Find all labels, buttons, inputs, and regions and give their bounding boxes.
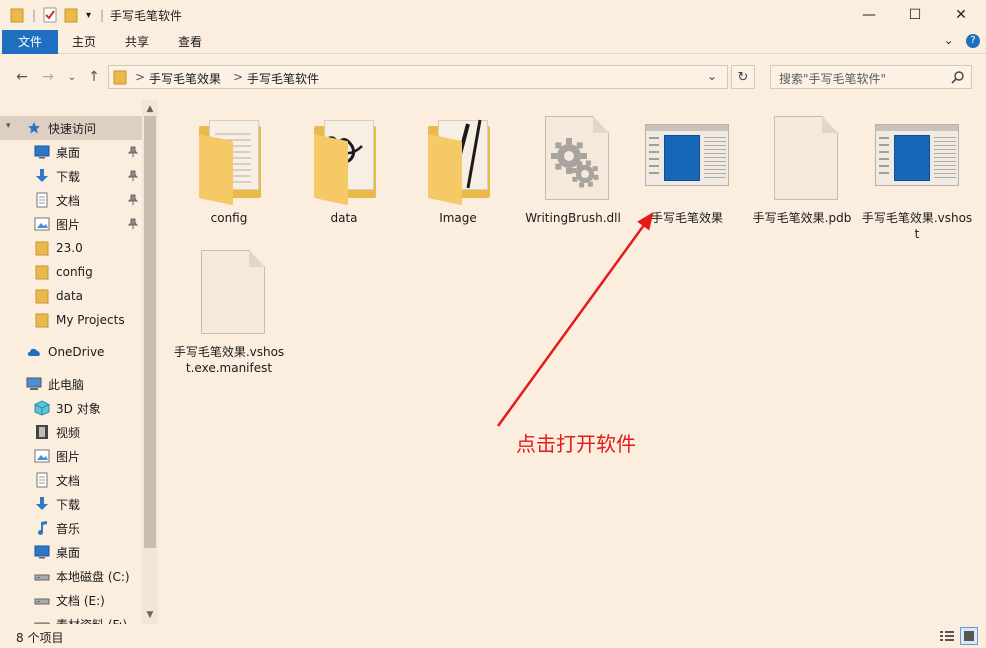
item-count: 8 个项目 [16,631,64,645]
annotation-arrow [496,211,654,427]
annotation-text: 点击打开软件 [516,432,636,456]
status-bar: 8 个项目 [0,624,986,648]
large-icons-view-icon[interactable] [960,627,978,645]
details-view-icon[interactable] [938,627,956,645]
